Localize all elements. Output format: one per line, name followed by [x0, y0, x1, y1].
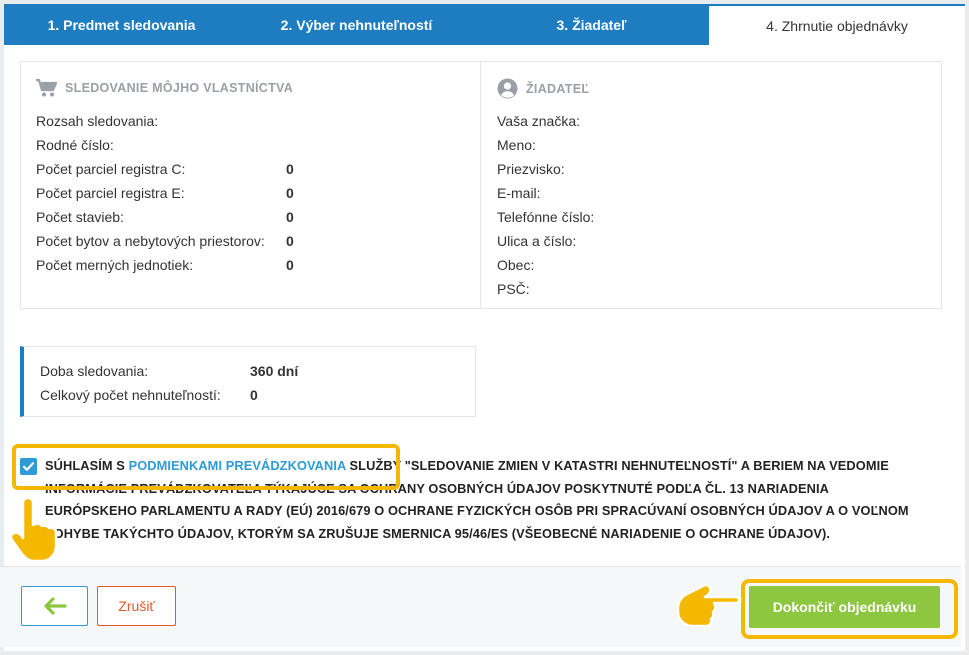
row-label: Obec: [497, 257, 535, 273]
monitoring-section: SLEDOVANIE MÔJHO VLASTNÍCTVA Rozsah sled… [21, 62, 481, 308]
applicant-row: PSČ: [497, 277, 917, 301]
cancel-button[interactable]: Zrušiť [97, 586, 176, 626]
consent-prefix: Súhlasím s [45, 458, 129, 473]
monitoring-row: Počet parciel registra C: 0 [36, 157, 294, 181]
monitoring-row: Počet bytov a nebytových priestorov: 0 [36, 229, 294, 253]
pointing-hand-up-icon [8, 494, 68, 571]
monitoring-rows: Rozsah sledovania: Rodné číslo: Počet pa… [36, 109, 294, 277]
row-value: 0 [286, 161, 294, 177]
row-label: Meno: [497, 137, 536, 153]
row-label: Počet bytov a nebytových priestorov: [36, 233, 265, 249]
row-label: Počet parciel registra E: [36, 185, 185, 201]
applicant-rows: Vaša značka: Meno: Priezvisko: E-mail: T… [497, 109, 917, 301]
row-label: Rozsah sledovania: [36, 113, 159, 129]
row-label: Rodné číslo: [36, 137, 114, 153]
row-value: 0 [286, 209, 294, 225]
applicant-row: Vaša značka: [497, 109, 917, 133]
user-circle-icon [497, 78, 518, 99]
cart-icon [35, 78, 57, 98]
row-value: 0 [286, 257, 294, 273]
pointing-hand-right-icon [668, 581, 744, 644]
duration-row: Doba sledovania: 360 dní [40, 359, 298, 383]
row-label: Počet stavieb: [36, 209, 124, 225]
property-count-value: 0 [250, 387, 258, 403]
monitoring-row: Počet stavieb: 0 [36, 205, 294, 229]
applicant-row: Meno: [497, 133, 917, 157]
row-label: Vaša značka: [497, 113, 581, 129]
row-value: 0 [286, 233, 294, 249]
row-label: Telefónne číslo: [497, 209, 595, 225]
row-label: PSČ: [497, 281, 530, 297]
applicant-row: Priezvisko: [497, 157, 917, 181]
applicant-row: E-mail: [497, 181, 917, 205]
row-label: E-mail: [497, 185, 541, 201]
back-button[interactable] [21, 586, 88, 626]
monitoring-row: Počet parciel registra E: 0 [36, 181, 294, 205]
tab-subject[interactable]: 1. Predmet sledovania [4, 4, 239, 45]
consent-checkbox[interactable] [20, 458, 37, 475]
applicant-heading: ŽIADATEĽ [497, 78, 589, 99]
consent-text: Súhlasím s podmienkami prevádzkovania sl… [20, 455, 920, 545]
applicant-heading-text: ŽIADATEĽ [526, 81, 590, 96]
duration-value: 360 dní [250, 363, 299, 379]
property-count-row: Celkový počet nehnuteľností: 0 [40, 383, 258, 407]
monitoring-row: Rodné číslo: [36, 133, 294, 157]
finish-order-button[interactable]: Dokončiť objednávku [749, 586, 940, 628]
applicant-row: Obec: [497, 253, 917, 277]
row-label: Počet parciel registra C: [36, 161, 186, 177]
row-value: 0 [286, 185, 294, 201]
consent-block: Súhlasím s podmienkami prevádzkovania sl… [20, 455, 920, 545]
applicant-row: Telefónne číslo: [497, 205, 917, 229]
summary-panel: SLEDOVANIE MÔJHO VLASTNÍCTVA Rozsah sled… [20, 61, 942, 309]
arrow-left-icon [43, 597, 67, 615]
duration-summary: Doba sledovania: 360 dní Celkový počet n… [20, 346, 476, 417]
row-label: Počet merných jednotiek: [36, 257, 194, 273]
terms-link[interactable]: podmienkami prevádzkovania [129, 458, 346, 473]
applicant-section: ŽIADATEĽ Vaša značka: Meno: Priezvisko: … [482, 62, 941, 308]
applicant-row: Ulica a číslo: [497, 229, 917, 253]
monitoring-heading-text: SLEDOVANIE MÔJHO VLASTNÍCTVA [65, 81, 294, 95]
monitoring-heading: SLEDOVANIE MÔJHO VLASTNÍCTVA [35, 78, 293, 98]
tab-property-selection[interactable]: 2. Výber nehnuteľností [239, 4, 474, 45]
checkmark-icon [22, 462, 35, 471]
row-label: Priezvisko: [497, 161, 565, 177]
row-label: Ulica a číslo: [497, 233, 577, 249]
monitoring-row: Počet merných jednotiek: 0 [36, 253, 294, 277]
monitoring-row: Rozsah sledovania: [36, 109, 294, 133]
wizard-tabs: 1. Predmet sledovania 2. Výber nehnuteľn… [4, 4, 965, 45]
tab-applicant[interactable]: 3. Žiadateľ [474, 4, 709, 45]
duration-label: Doba sledovania: [40, 363, 149, 379]
property-count-label: Celkový počet nehnuteľností: [40, 387, 221, 403]
tab-order-summary[interactable]: 4. Zhrnutie objednávky [709, 4, 965, 45]
